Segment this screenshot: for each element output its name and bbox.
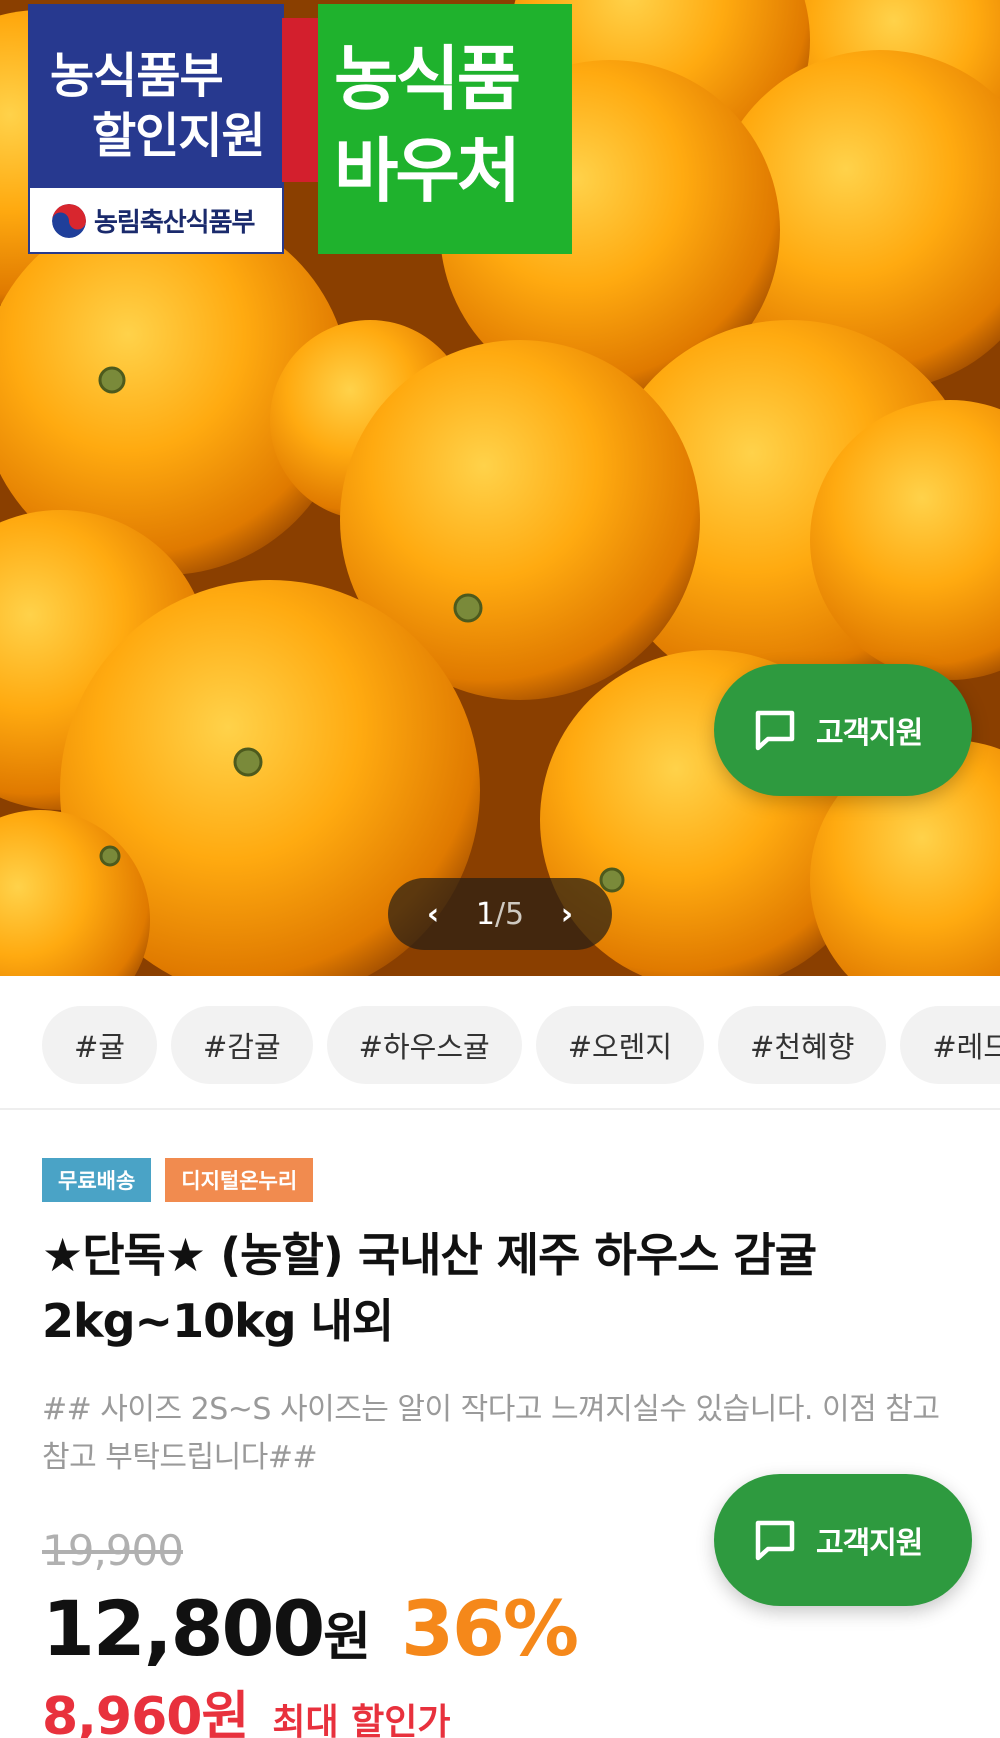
agriculture-discount-badge: 농식품부 할인지원 농림축산식품부 — [28, 4, 284, 254]
product-description: ## 사이즈 2S~S 사이즈는 알이 작다고 느껴지실수 있습니다. 이점 참… — [42, 1392, 940, 1475]
tag-chip[interactable]: #감귤 — [170, 1006, 313, 1084]
tag-chip[interactable]: #오렌지 — [535, 1006, 705, 1084]
food-voucher-badge: 농식품 바우처 — [318, 4, 572, 254]
sale-price-row: 12,800 원 36% — [42, 1584, 579, 1673]
customer-support-button[interactable]: 고객지원 — [714, 664, 972, 796]
sale-price: 12,800 — [42, 1584, 325, 1673]
tag-chip[interactable]: #하우스귤 — [326, 1006, 522, 1084]
product-title: ★단독★ (농할) 국내산 제주 하우스 감귤 2kg~10kg 내외 — [42, 1228, 817, 1348]
page-counter: 1/5 — [476, 897, 524, 932]
voucher-line-1: 농식품 — [334, 38, 521, 120]
tag-chip[interactable]: #천혜향 — [718, 1006, 887, 1084]
discount-rate: 36% — [401, 1584, 579, 1673]
chevron-right-icon[interactable]: › — [552, 897, 582, 932]
product-labels: 무료배송 디지털온누리 — [42, 1158, 314, 1202]
page-total: /5 — [494, 896, 525, 932]
chat-bubble-icon — [755, 710, 795, 751]
currency-unit: 원 — [323, 1608, 372, 1668]
badge-line-2: 할인지원 — [92, 108, 266, 164]
chat-bubble-icon — [755, 1520, 795, 1561]
image-pager: ‹ 1/5 › — [388, 878, 612, 950]
voucher-line-2: 바우처 — [334, 130, 521, 212]
hashtag-bar: #귤 #감귤 #하우스귤 #오렌지 #천혜향 #레드향 — [0, 976, 1000, 1110]
ministry-name: 농림축산식품부 — [94, 208, 255, 238]
taeguk-seal-icon — [52, 203, 86, 238]
onnuri-label: 디지털온누리 — [165, 1158, 314, 1202]
badge-divider — [282, 18, 320, 182]
tag-chip[interactable]: #레드향 — [900, 1006, 1000, 1084]
free-shipping-label: 무료배송 — [42, 1158, 152, 1202]
max-discount-price: 8,960원 — [42, 1687, 249, 1738]
original-price: 19,900 — [42, 1526, 184, 1575]
chevron-left-icon[interactable]: ‹ — [418, 897, 448, 932]
customer-support-label: 고객지원 — [816, 1526, 923, 1561]
customer-support-label: 고객지원 — [816, 716, 923, 751]
customer-support-button-floating[interactable]: 고객지원 — [714, 1474, 972, 1606]
max-discount-row: 8,960원 최대 할인가 — [42, 1674, 450, 1738]
ministry-logo: 농림축산식품부 — [52, 202, 255, 239]
page-current: 1 — [475, 896, 495, 932]
max-discount-label: 최대 할인가 — [272, 1702, 451, 1738]
tag-chip[interactable]: #귤 — [42, 1006, 157, 1084]
product-image-carousel[interactable]: 농식품부 할인지원 농림축산식품부 농식품 바우처 고객지원 ‹ 1/5 › — [0, 0, 1000, 976]
